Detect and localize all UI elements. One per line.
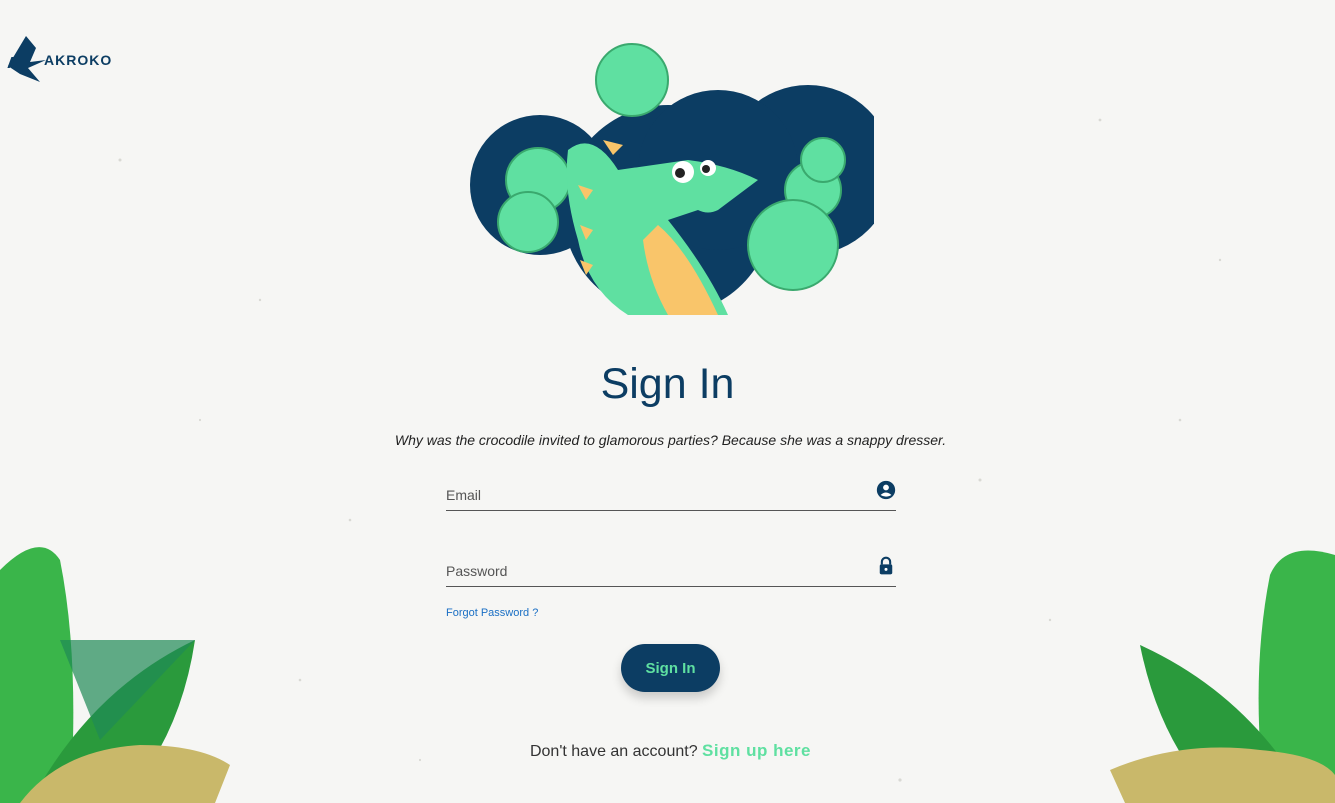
svg-text:A: A: [7, 55, 19, 72]
password-field-container: [446, 550, 896, 587]
sign-in-button[interactable]: Sign In: [621, 644, 720, 692]
brand-logo-text: AKROKO: [44, 52, 113, 68]
account-circle-icon: [876, 480, 896, 500]
forgot-password-link[interactable]: Forgot Password ?: [446, 607, 538, 619]
page-title: Sign In: [600, 360, 735, 408]
email-field-container: [446, 474, 896, 511]
leaf-decoration-right: [1110, 550, 1335, 803]
sign-up-link[interactable]: Sign up here: [702, 741, 811, 760]
password-field[interactable]: [446, 560, 856, 582]
lock-icon: [879, 556, 893, 575]
signup-prompt: Don't have an account?: [529, 743, 698, 760]
crocodile-illustration: [470, 43, 874, 315]
signup-prompt-line: Don't have an account? Sign up here: [0, 741, 1335, 761]
crocodile-joke: Why was the crocodile invited to glamoro…: [394, 432, 947, 448]
email-field[interactable]: [446, 484, 856, 506]
leaf-decoration-left: [0, 547, 230, 803]
